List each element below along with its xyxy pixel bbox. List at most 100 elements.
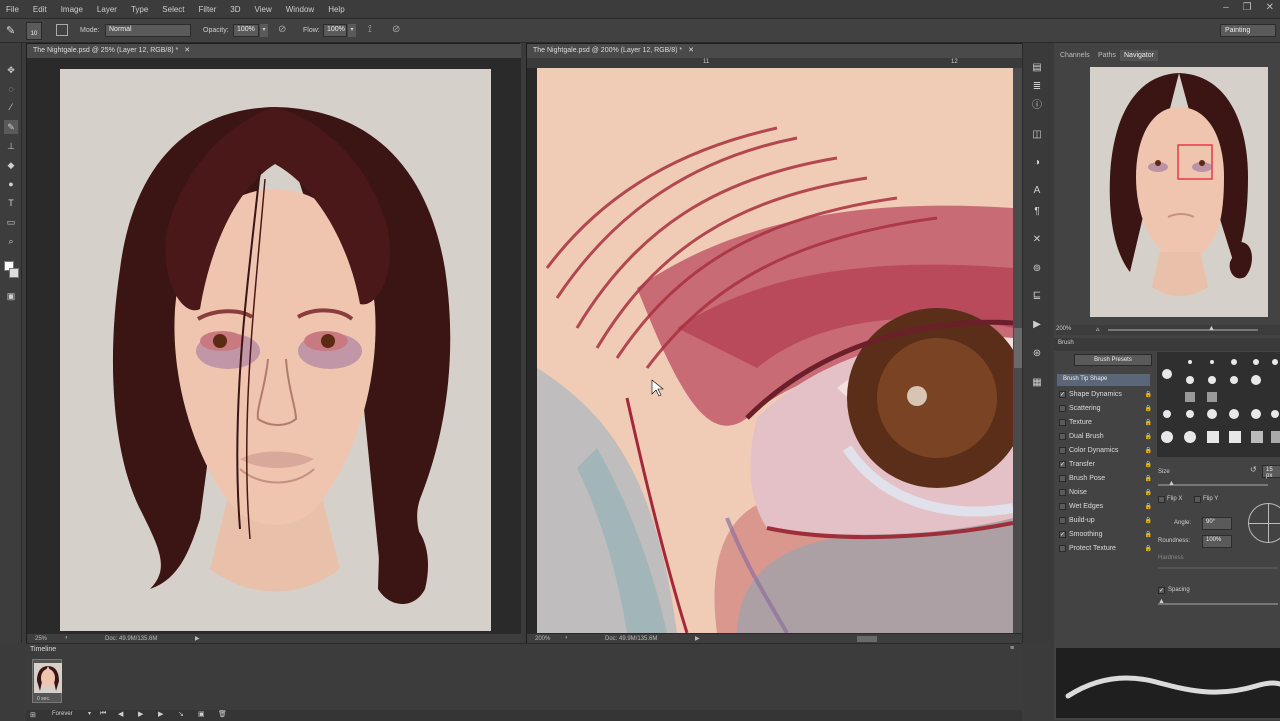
menu-type[interactable]: Type: [131, 5, 148, 14]
lock-icon[interactable]: 🔒: [1145, 391, 1152, 398]
lock-icon[interactable]: 🔒: [1145, 433, 1152, 440]
mode-select[interactable]: Normal: [105, 24, 191, 37]
loop-select[interactable]: Forever: [52, 711, 73, 717]
play-icon[interactable]: ▶: [138, 710, 143, 718]
menu-3d[interactable]: 3D: [230, 5, 240, 14]
dodge-tool-icon[interactable]: ●: [4, 177, 18, 191]
brush-panel-toggle-icon[interactable]: [56, 24, 68, 36]
brush-presets-icon[interactable]: ⊑: [1030, 289, 1044, 303]
brush-setting-item[interactable]: ✓ Smoothing 🔒: [1059, 528, 1152, 541]
actions-icon[interactable]: ≣: [1030, 80, 1044, 94]
zoom-tool-icon[interactable]: ⌕: [4, 234, 18, 248]
menu-edit[interactable]: Edit: [33, 5, 47, 14]
duplicate-frame-icon[interactable]: ▣: [198, 710, 205, 718]
brush-setting-checkbox[interactable]: [1059, 433, 1066, 440]
screen-mode-icon[interactable]: ▣: [4, 289, 18, 303]
brush-setting-checkbox[interactable]: [1059, 447, 1066, 454]
clone-stamp-tool-icon[interactable]: ⊥: [4, 139, 18, 153]
brush-setting-checkbox[interactable]: [1059, 503, 1066, 510]
brush-setting-item[interactable]: Dual Brush 🔒: [1059, 430, 1152, 443]
lock-icon[interactable]: 🔒: [1145, 531, 1152, 538]
timeline-frame[interactable]: 0 sec.: [32, 659, 62, 703]
tab-navigator[interactable]: Navigator: [1120, 50, 1158, 61]
size-field[interactable]: 15 px: [1262, 465, 1280, 479]
lock-icon[interactable]: 🔒: [1145, 405, 1152, 412]
next-frame-icon[interactable]: ▶: [158, 710, 163, 718]
loop-dropdown-icon[interactable]: ▾: [88, 710, 91, 717]
paint-bucket-tool-icon[interactable]: ◆: [4, 158, 18, 172]
info-icon[interactable]: ⓘ: [1030, 99, 1044, 113]
reset-size-icon[interactable]: ↺: [1250, 465, 1257, 474]
roundness-field[interactable]: 100%: [1202, 535, 1232, 548]
brush-setting-item[interactable]: Texture 🔒: [1059, 416, 1152, 429]
eyedropper-tool-icon[interactable]: ⁄: [4, 100, 18, 114]
flip-x-checkbox[interactable]: [1158, 496, 1165, 503]
prev-frame-icon[interactable]: ◀: [118, 710, 123, 718]
first-frame-icon[interactable]: ⏮: [100, 710, 106, 718]
spacing-checkbox[interactable]: ✓: [1158, 587, 1165, 594]
move-tool-icon[interactable]: ✥: [4, 63, 18, 77]
brush-setting-checkbox[interactable]: [1059, 517, 1066, 524]
lock-icon[interactable]: 🔒: [1145, 461, 1152, 468]
menu-window[interactable]: Window: [286, 5, 314, 14]
opacity-field[interactable]: 100%: [233, 24, 259, 37]
horizontal-scrollbar-thumb[interactable]: [857, 636, 877, 642]
canvas-area-left[interactable]: [27, 58, 521, 633]
document-tab-left[interactable]: The Nightgale.psd @ 25% (Layer 12, RGB/8…: [27, 44, 521, 58]
menu-file[interactable]: File: [6, 5, 19, 14]
menu-help[interactable]: Help: [328, 5, 344, 14]
flow-field[interactable]: 100%: [323, 24, 347, 37]
tween-icon[interactable]: ↘: [178, 710, 184, 718]
lock-icon[interactable]: 🔒: [1145, 489, 1152, 496]
adjustments-icon[interactable]: ◑: [1030, 156, 1044, 170]
menu-view[interactable]: View: [255, 5, 272, 14]
pressure-opacity-icon[interactable]: ⊘: [278, 24, 290, 36]
paragraph-icon[interactable]: ¶: [1030, 205, 1044, 219]
brush-setting-checkbox[interactable]: [1059, 419, 1066, 426]
brush-tool-icon[interactable]: ✎: [4, 120, 18, 134]
character-icon[interactable]: A: [1030, 184, 1044, 198]
brush-setting-item[interactable]: Color Dynamics 🔒: [1059, 444, 1152, 457]
lasso-tool-icon[interactable]: ◌: [4, 82, 18, 96]
convert-timeline-icon[interactable]: ⊞: [30, 711, 36, 719]
brush-setting-item[interactable]: ✓ Transfer 🔒: [1059, 458, 1152, 471]
lock-icon[interactable]: 🔒: [1145, 419, 1152, 426]
delete-frame-icon[interactable]: 🗑: [218, 710, 227, 718]
close-tab-icon[interactable]: ✕: [688, 47, 694, 54]
styles-icon[interactable]: ⊛: [1030, 347, 1044, 361]
brush-setting-item[interactable]: Scattering 🔒: [1059, 402, 1152, 415]
tool-presets-icon[interactable]: ✕: [1030, 233, 1044, 247]
brush-setting-item[interactable]: Protect Texture 🔒: [1059, 542, 1152, 555]
shape-tool-icon[interactable]: ▭: [4, 215, 18, 229]
zoom-slider-thumb-icon[interactable]: ▲: [1208, 325, 1215, 332]
lock-icon[interactable]: 🔒: [1145, 545, 1152, 552]
brush-setting-item[interactable]: Noise 🔒: [1059, 486, 1152, 499]
brush-setting-item[interactable]: Brush Pose 🔒: [1059, 472, 1152, 485]
menu-select[interactable]: Select: [162, 5, 184, 14]
brush-setting-item[interactable]: Build-up 🔒: [1059, 514, 1152, 527]
brush-tip-grid[interactable]: [1157, 352, 1280, 457]
navigator-zoom-value[interactable]: 200%: [1056, 326, 1071, 332]
minimize-button[interactable]: –: [1223, 2, 1229, 13]
play-icon[interactable]: ▶: [1030, 318, 1044, 332]
layers-icon[interactable]: ◫: [1030, 128, 1044, 142]
airbrush-icon[interactable]: ⟟: [368, 24, 380, 36]
angle-field[interactable]: 90°: [1202, 517, 1232, 530]
frame-duration[interactable]: 0 sec.: [37, 696, 50, 702]
canvas-area-right[interactable]: [537, 68, 1013, 633]
brush-setting-checkbox[interactable]: [1059, 405, 1066, 412]
swatches-icon[interactable]: ▦: [1030, 376, 1044, 390]
menu-filter[interactable]: Filter: [199, 5, 217, 14]
brush-setting-checkbox[interactable]: [1059, 489, 1066, 496]
type-tool-icon[interactable]: T: [4, 196, 18, 210]
flip-y-checkbox[interactable]: [1194, 496, 1201, 503]
background-color-swatch[interactable]: [9, 268, 19, 278]
zoom-level-left[interactable]: 25%: [35, 636, 47, 642]
size-slider-thumb-icon[interactable]: ▲: [1168, 480, 1175, 487]
restore-button[interactable]: ❐: [1243, 2, 1252, 13]
panel-menu-icon[interactable]: ≡: [1010, 645, 1014, 652]
close-tab-icon[interactable]: ✕: [184, 47, 190, 54]
navigator-preview[interactable]: [1090, 67, 1268, 317]
flow-dropdown-icon[interactable]: ▾: [348, 24, 356, 37]
workspace-switcher[interactable]: Painting: [1220, 24, 1276, 37]
